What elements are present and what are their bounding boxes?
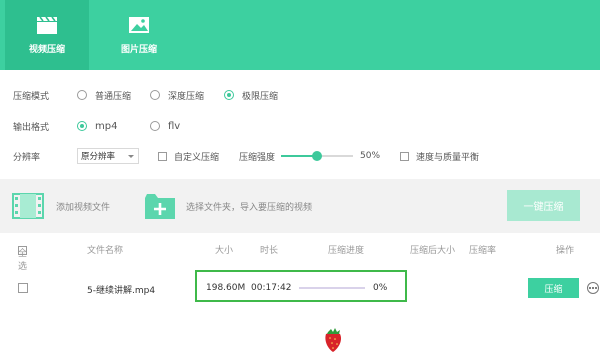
strength-slider[interactable] xyxy=(281,151,353,161)
checkbox-box xyxy=(158,151,167,161)
radio-flv[interactable]: flv xyxy=(150,121,180,132)
col-progress: 压缩进度 xyxy=(328,246,365,256)
tab-video-compress[interactable]: 视频压缩 xyxy=(5,0,89,70)
radio-deep[interactable]: 深度压缩 xyxy=(150,89,204,102)
radio-mp4[interactable]: mp4 xyxy=(77,121,117,132)
mode-label: 压缩模式 xyxy=(13,91,50,102)
resolution-label: 分辨率 xyxy=(13,152,41,163)
more-options-icon[interactable] xyxy=(587,282,599,294)
format-label: 输出格式 xyxy=(13,122,50,133)
select-all-label: 全选 xyxy=(18,249,28,272)
col-after-size: 压缩后大小 xyxy=(410,246,456,256)
slider-handle[interactable] xyxy=(312,151,322,161)
radio-extreme-label: 极限压缩 xyxy=(242,91,279,102)
top-bar: 视频压缩 图片压缩 xyxy=(0,0,600,70)
tab-image-label: 图片压缩 xyxy=(120,45,157,55)
file-size: 198.60M xyxy=(206,283,246,293)
checkbox-box xyxy=(400,151,409,161)
row-checkbox[interactable] xyxy=(18,283,28,293)
radio-normal-label: 普通压缩 xyxy=(95,91,132,102)
mode-row: 压缩模式 普通压缩 深度压缩 极限压缩 xyxy=(0,85,600,105)
progress-bar xyxy=(299,287,365,289)
radio-normal[interactable]: 普通压缩 xyxy=(77,89,131,102)
file-name: 5-继续讲解.mp4 xyxy=(87,286,156,296)
add-video-file-button[interactable]: 添加视频文件 xyxy=(12,192,110,220)
select-folder-label: 选择文件夹，导入要压缩的视频 xyxy=(186,202,313,213)
one-key-compress-button[interactable]: 一键压缩 xyxy=(507,190,580,221)
tab-video-label: 视频压缩 xyxy=(28,45,65,55)
custom-compress-label: 自定义压缩 xyxy=(174,152,220,163)
file-duration: 00:17:42 xyxy=(251,283,292,293)
strawberry-icon xyxy=(325,328,342,352)
progress-percent: 0% xyxy=(373,283,388,293)
col-name: 文件名称 xyxy=(87,246,124,256)
strength-label: 压缩强度 xyxy=(239,152,276,163)
image-icon xyxy=(129,17,149,33)
resolution-select[interactable]: 原分辨率 xyxy=(77,148,139,164)
speed-quality-checkbox[interactable]: 速度与质量平衡 xyxy=(400,150,479,163)
chevron-down-icon xyxy=(128,155,134,158)
format-row: 输出格式 mp4 flv xyxy=(0,116,600,136)
select-folder-button[interactable]: 选择文件夹，导入要压缩的视频 xyxy=(144,192,312,220)
radio-mp4-label: mp4 xyxy=(95,120,118,132)
file-toolbar: 添加视频文件 选择文件夹，导入要压缩的视频 一键压缩 xyxy=(0,179,600,233)
col-ratio: 压缩率 xyxy=(469,246,497,256)
custom-compress-checkbox[interactable]: 自定义压缩 xyxy=(158,150,219,163)
radio-deep-label: 深度压缩 xyxy=(168,91,205,102)
tab-image-compress[interactable]: 图片压缩 xyxy=(97,0,181,70)
radio-flv-label: flv xyxy=(168,120,181,132)
col-duration: 时长 xyxy=(260,246,279,256)
add-video-file-label: 添加视频文件 xyxy=(56,202,111,213)
radio-circle-selected xyxy=(77,121,87,131)
table-header: 全选 文件名称 大小 时长 压缩进度 压缩后大小 压缩率 操作 xyxy=(0,241,600,272)
resolution-select-value: 原分辨率 xyxy=(81,152,116,162)
radio-extreme[interactable]: 极限压缩 xyxy=(224,89,278,102)
speed-quality-label: 速度与质量平衡 xyxy=(416,152,480,163)
radio-circle-selected xyxy=(224,90,234,100)
col-size: 大小 xyxy=(215,246,234,256)
film-icon xyxy=(12,193,44,219)
clapperboard-icon xyxy=(37,16,57,34)
radio-circle xyxy=(150,90,160,100)
col-action: 操作 xyxy=(556,246,575,256)
radio-circle xyxy=(77,90,87,100)
table-row: 5-继续讲解.mp4 198.60M 00:17:42 0% 压缩 xyxy=(0,270,600,306)
add-folder-icon xyxy=(145,194,175,219)
radio-circle xyxy=(150,121,160,131)
compress-button[interactable]: 压缩 xyxy=(528,278,579,298)
strength-value: 50% xyxy=(360,151,381,161)
